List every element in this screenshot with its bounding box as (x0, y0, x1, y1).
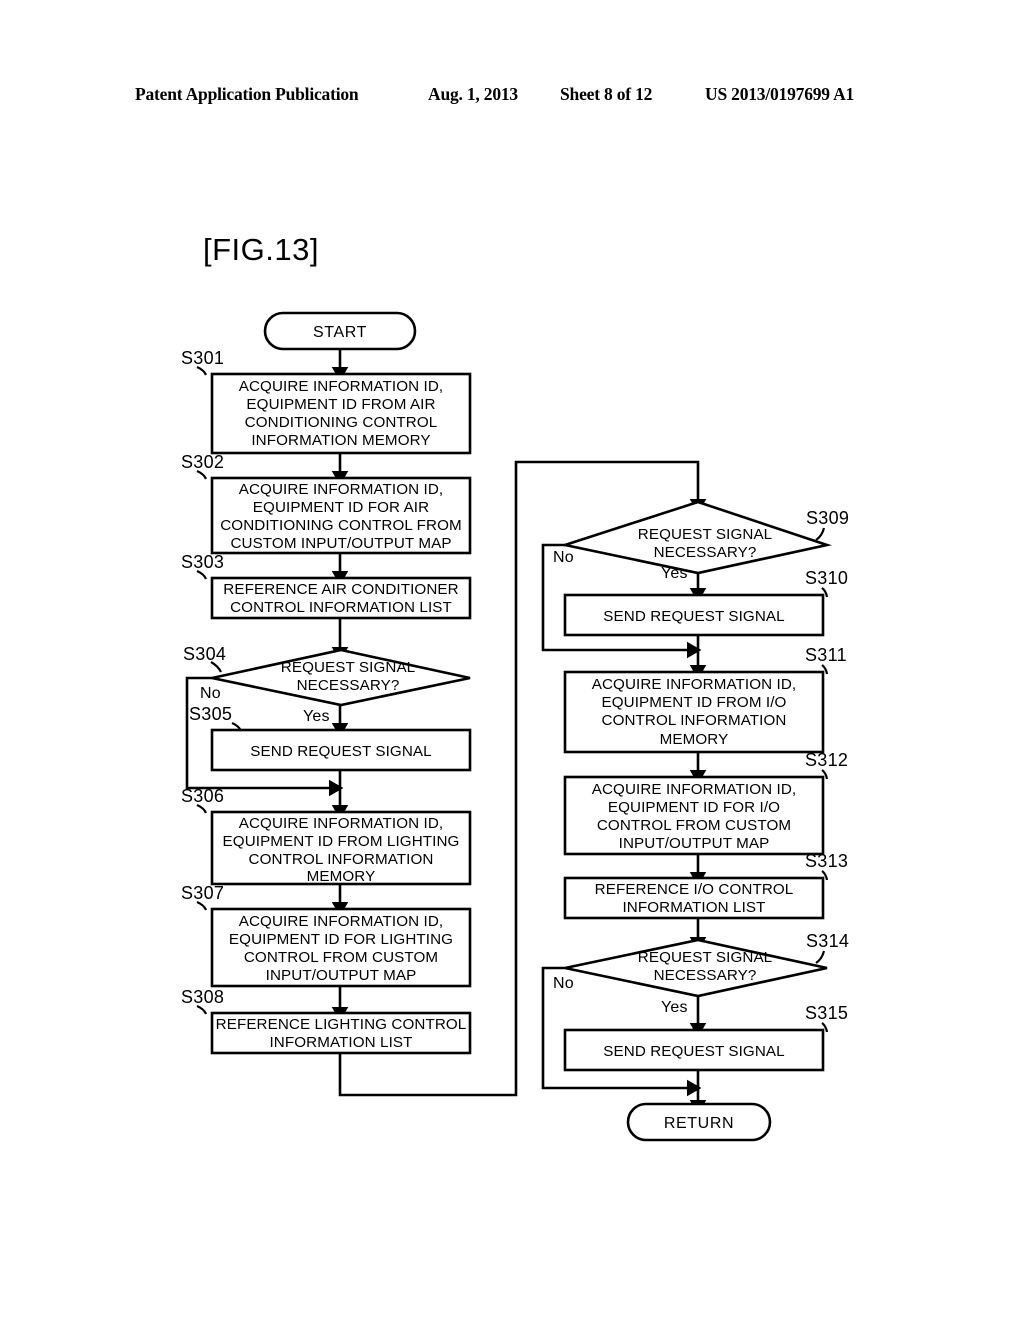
step-label-s313: S313 (805, 851, 848, 871)
node-s301-line-3: CONDITIONING CONTROL (245, 414, 438, 431)
node-s307: ACQUIRE INFORMATION ID, EQUIPMENT ID FOR… (181, 883, 472, 988)
node-s309-line-1: REQUEST SIGNAL (638, 526, 772, 543)
branch-label-s314-yes: Yes (661, 999, 688, 1016)
node-s308: REFERENCE LIGHTING CONTROL INFORMATION L… (181, 987, 472, 1055)
branch-label-s314-no: No (553, 975, 574, 992)
node-s312: ACQUIRE INFORMATION ID, EQUIPMENT ID FOR… (563, 750, 848, 856)
node-s306: ACQUIRE INFORMATION ID, EQUIPMENT ID FRO… (181, 786, 472, 886)
node-s304-line-2: NECESSARY? (297, 677, 400, 694)
step-label-s307: S307 (181, 883, 224, 903)
node-s301-line-2: EQUIPMENT ID FROM AIR (246, 396, 435, 413)
terminator-start-label: START (313, 324, 367, 341)
step-label-s303: S303 (181, 552, 224, 572)
step-label-s310: S310 (805, 568, 848, 588)
node-s307-line-3: CONTROL FROM CUSTOM (244, 949, 438, 966)
node-s307-line-2: EQUIPMENT ID FOR LIGHTING (229, 931, 453, 948)
step-label-s308: S308 (181, 987, 224, 1007)
node-s302-line-2: EQUIPMENT ID FOR AIR (253, 499, 429, 516)
node-s301-line-1: ACQUIRE INFORMATION ID, (239, 378, 444, 395)
node-s312-line-1: ACQUIRE INFORMATION ID, (592, 781, 797, 798)
node-s303: REFERENCE AIR CONDITIONER CONTROL INFORM… (181, 552, 472, 620)
node-s311: ACQUIRE INFORMATION ID, EQUIPMENT ID FRO… (563, 645, 847, 754)
node-s311-line-4: MEMORY (660, 731, 729, 748)
branch-label-s309-yes: Yes (661, 565, 688, 582)
node-s303-line-2: CONTROL INFORMATION LIST (230, 599, 452, 616)
node-s314-line-1: REQUEST SIGNAL (638, 949, 772, 966)
node-s305-line-1: SEND REQUEST SIGNAL (250, 743, 431, 760)
node-s302-line-4: CUSTOM INPUT/OUTPUT MAP (230, 535, 451, 552)
step-label-s304: S304 (183, 644, 226, 664)
flowchart-diagram: START ACQUIRE INFORMATION ID, EQUIPMENT … (181, 311, 849, 1142)
terminator-return: RETURN (626, 1102, 772, 1142)
node-s315-line-1: SEND REQUEST SIGNAL (603, 1043, 784, 1060)
step-label-s309: S309 (806, 508, 849, 528)
node-s313-line-2: INFORMATION LIST (622, 899, 765, 916)
step-label-s315: S315 (805, 1003, 848, 1023)
node-s310-line-1: SEND REQUEST SIGNAL (603, 608, 784, 625)
branch-label-s309-no: No (553, 549, 574, 566)
node-s313-line-1: REFERENCE I/O CONTROL (595, 881, 794, 898)
branch-label-s304-no: No (200, 685, 221, 702)
node-s315: SEND REQUEST SIGNAL S315 (563, 1003, 848, 1072)
node-s301: ACQUIRE INFORMATION ID, EQUIPMENT ID FRO… (181, 348, 472, 455)
node-s308-line-2: INFORMATION LIST (269, 1034, 412, 1051)
node-s310: SEND REQUEST SIGNAL S310 (563, 568, 848, 637)
node-s307-line-4: INPUT/OUTPUT MAP (266, 967, 417, 984)
step-label-s312: S312 (805, 750, 848, 770)
node-s302-line-3: CONDITIONING CONTROL FROM (220, 517, 462, 534)
node-s314-line-2: NECESSARY? (654, 967, 757, 984)
step-label-s306: S306 (181, 786, 224, 806)
node-s308-line-1: REFERENCE LIGHTING CONTROL (216, 1016, 467, 1033)
node-s311-line-1: ACQUIRE INFORMATION ID, (592, 676, 797, 693)
node-s301-line-4: INFORMATION MEMORY (251, 432, 430, 449)
node-s306-line-1: ACQUIRE INFORMATION ID, (239, 815, 444, 832)
step-label-s314: S314 (806, 931, 849, 951)
terminator-return-label: RETURN (664, 1115, 734, 1132)
node-s302-line-1: ACQUIRE INFORMATION ID, (239, 481, 444, 498)
step-label-s302: S302 (181, 452, 224, 472)
node-s311-line-3: CONTROL INFORMATION (602, 712, 787, 729)
node-s304-line-1: REQUEST SIGNAL (281, 659, 415, 676)
step-label-s305: S305 (189, 704, 232, 724)
step-label-s301: S301 (181, 348, 224, 368)
node-s306-line-4: MEMORY (307, 868, 376, 885)
node-s309-line-2: NECESSARY? (654, 544, 757, 561)
node-s302: ACQUIRE INFORMATION ID, EQUIPMENT ID FOR… (181, 452, 472, 555)
node-s312-line-4: INPUT/OUTPUT MAP (619, 835, 770, 852)
node-s306-line-2: EQUIPMENT ID FROM LIGHTING (223, 833, 460, 850)
node-s313: REFERENCE I/O CONTROL INFORMATION LIST S… (563, 851, 848, 920)
node-s303-line-1: REFERENCE AIR CONDITIONER (223, 581, 458, 598)
node-s312-line-2: EQUIPMENT ID FOR I/O (608, 799, 780, 816)
node-s312-line-3: CONTROL FROM CUSTOM (597, 817, 791, 834)
terminator-start: START (263, 311, 417, 351)
step-label-s311: S311 (805, 645, 847, 665)
node-s311-line-2: EQUIPMENT ID FROM I/O (602, 694, 787, 711)
node-s306-line-3: CONTROL INFORMATION (249, 851, 434, 868)
node-s307-line-1: ACQUIRE INFORMATION ID, (239, 913, 444, 930)
branch-label-s304-yes: Yes (303, 708, 330, 725)
